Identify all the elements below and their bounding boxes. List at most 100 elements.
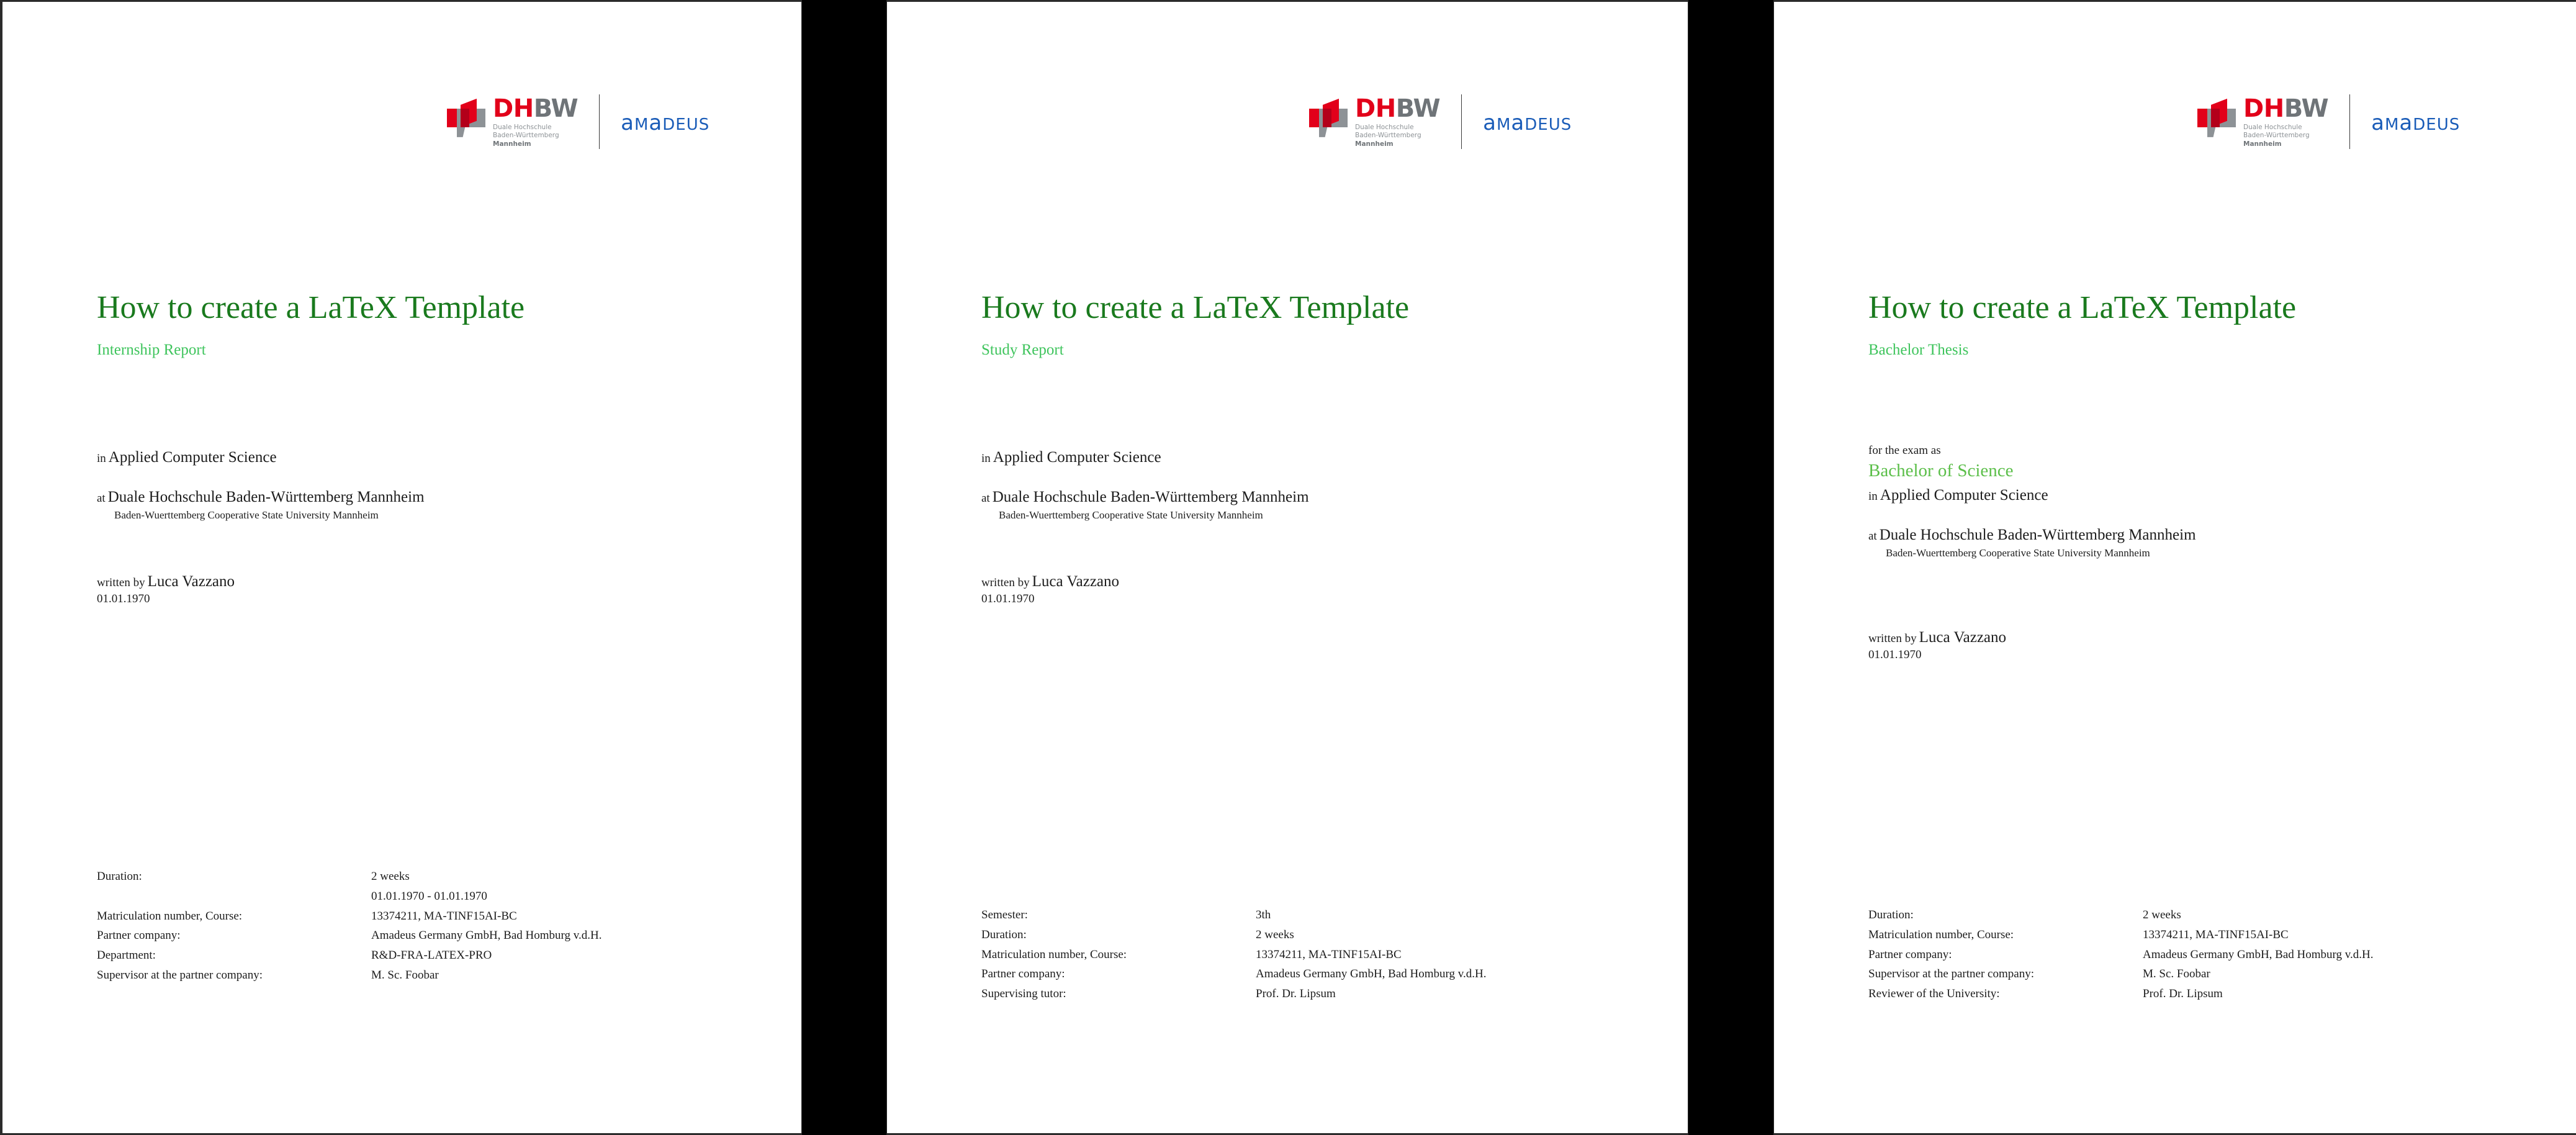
metadata-table: Duration: 2 weeks 01.01.1970 - 01.01.197… (97, 867, 602, 986)
logo-divider (1461, 94, 1462, 149)
degree-name: Bachelor of Science (1868, 461, 2014, 481)
dhbw-logo: DHBW Duale Hochschule Baden-Württemberg … (2197, 94, 2329, 148)
logo-lockup: DHBW Duale Hochschule Baden-Württemberg … (447, 91, 709, 153)
dhbw-flag-icon (1309, 98, 1348, 137)
meta-key: Matriculation number, Course: (1868, 928, 2014, 941)
dhbw-flag-icon (2197, 98, 2236, 137)
meta-key: Reviewer of the University: (1868, 987, 2000, 1001)
table-row: 01.01.1970 - 01.01.1970 (97, 887, 602, 907)
table-row: Reviewer of the University: Prof. Dr. Li… (1868, 985, 2374, 1005)
table-row: Supervisor at the partner company: M. Sc… (97, 966, 602, 986)
meta-key: Department: (97, 949, 156, 962)
table-row: Matriculation number, Course: 13374211, … (97, 907, 602, 927)
metadata-table: Semester: 3th Duration: 2 weeks Matricul… (981, 906, 1487, 1005)
author-block: written by Luca Vazzano 01.01.1970 (1868, 629, 2006, 662)
at-label: at (97, 492, 106, 505)
document-date: 01.01.1970 (97, 592, 150, 605)
university-line: at Duale Hochschule Baden-Württemberg Ma… (97, 489, 425, 522)
table-row: Duration: 2 weeks (981, 926, 1487, 946)
table-row: Supervising tutor: Prof. Dr. Lipsum (981, 985, 1487, 1005)
university-name-de: Duale Hochschule Baden-Württemberg Mannh… (992, 489, 1309, 505)
table-row: Semester: 3th (981, 906, 1487, 926)
document-page-2[interactable]: DHBW Duale Hochschule Baden-Württemberg … (886, 0, 1688, 1135)
meta-value: 13374211, MA-TINF15AI-BC (1256, 947, 1402, 961)
dhbw-city: Mannheim (1355, 140, 1394, 148)
dhbw-sub-line-2: Baden-Württemberg (1355, 131, 1421, 139)
logo-lockup: DHBW Duale Hochschule Baden-Württemberg … (2197, 91, 2460, 153)
in-label: in (97, 452, 106, 465)
field-of-study-line: in Applied Computer Science (97, 449, 425, 466)
dhbw-subtitle: Duale Hochschule Baden-Württemberg Mannh… (493, 124, 578, 148)
dhbw-bw-letters: BW (533, 94, 579, 123)
amadeus-wordmark: aMaDEUS (621, 111, 710, 135)
dhbw-logo: DHBW Duale Hochschule Baden-Württemberg … (1309, 94, 1441, 148)
field-of-study: Applied Computer Science (993, 449, 1161, 466)
amadeus-wordmark: aMaDEUS (1483, 111, 1572, 135)
author-line: written by Luca Vazzano (97, 573, 235, 590)
dhbw-flag-icon (447, 98, 485, 137)
page-subtitle: Internship Report (97, 341, 206, 359)
logo-lockup: DHBW Duale Hochschule Baden-Württemberg … (1309, 91, 1572, 153)
meta-key: Matriculation number, Course: (981, 947, 1127, 961)
title-block: How to create a LaTeX Template Bachelor … (1868, 290, 2296, 359)
document-page-3[interactable]: DHBW Duale Hochschule Baden-Württemberg … (1773, 0, 2576, 1135)
meta-value: Prof. Dr. Lipsum (2143, 987, 2223, 1001)
study-details-block: for the exam as Bachelor of Science in A… (1868, 444, 2196, 559)
dhbw-sub-line-2: Baden-Württemberg (2243, 131, 2310, 139)
meta-value: Prof. Dr. Lipsum (1256, 987, 1336, 1001)
document-date: 01.01.1970 (1868, 648, 1922, 661)
meta-value-extra: 01.01.1970 - 01.01.1970 (371, 889, 487, 903)
university-name-en: Baden-Wuerttemberg Cooperative State Uni… (999, 509, 1263, 521)
field-of-study-line: in Applied Computer Science (1868, 487, 2196, 504)
dhbw-bw-letters: BW (2284, 94, 2329, 123)
at-label: at (1868, 529, 1877, 543)
in-label: in (981, 452, 991, 465)
logo-divider (2349, 94, 2351, 149)
meta-key: Partner company: (97, 929, 181, 943)
field-of-study: Applied Computer Science (1880, 486, 2048, 504)
dhbw-bw-letters: BW (1395, 94, 1441, 123)
dhbw-dh-letters: DH (1355, 94, 1396, 123)
university-line: at Duale Hochschule Baden-Württemberg Ma… (981, 489, 1309, 522)
author-line: written by Luca Vazzano (1868, 629, 2006, 646)
meta-value: 2 weeks (1256, 928, 1294, 941)
meta-value: 2 weeks (2143, 908, 2181, 921)
page-subtitle: Study Report (981, 341, 1064, 359)
author-name: Luca Vazzano (1032, 573, 1120, 590)
meta-key: Supervisor at the partner company: (97, 968, 263, 982)
dhbw-sub-line-2: Baden-Württemberg (493, 131, 559, 139)
for-the-exam-as-label: for the exam as (1868, 444, 1941, 457)
meta-value: 2 weeks (371, 870, 410, 883)
meta-key: Duration: (1868, 908, 1914, 921)
title-block: How to create a LaTeX Template Study Rep… (981, 290, 1409, 359)
document-page-1[interactable]: DHBW Duale Hochschule Baden-Württemberg … (0, 0, 802, 1135)
page-subtitle: Bachelor Thesis (1868, 341, 1969, 359)
meta-value: 13374211, MA-TINF15AI-BC (2143, 928, 2289, 941)
in-label: in (1868, 489, 1878, 503)
dhbw-city: Mannheim (493, 140, 531, 148)
logo-divider (599, 94, 600, 149)
table-row: Partner company: Amadeus Germany GmbH, B… (981, 965, 1487, 985)
meta-value: Amadeus Germany GmbH, Bad Homburg v.d.H. (1256, 967, 1487, 981)
meta-key: Duration: (981, 928, 1027, 941)
author-name: Luca Vazzano (147, 573, 235, 590)
meta-key: Supervising tutor: (981, 987, 1066, 1001)
university-name-de: Duale Hochschule Baden-Württemberg Mannh… (107, 489, 425, 505)
dhbw-logo: DHBW Duale Hochschule Baden-Württemberg … (447, 94, 579, 148)
table-row: Partner company: Amadeus Germany GmbH, B… (97, 926, 602, 946)
dhbw-wordmark: DHBW Duale Hochschule Baden-Württemberg … (493, 94, 579, 148)
university-line: at Duale Hochschule Baden-Württemberg Ma… (1868, 527, 2196, 559)
meta-key: Partner company: (981, 967, 1065, 981)
meta-key: Semester: (981, 908, 1028, 921)
table-row: Duration: 2 weeks (1868, 906, 2374, 926)
dhbw-dh-letters: DH (2243, 94, 2284, 123)
university-name-en: Baden-Wuerttemberg Cooperative State Uni… (1886, 546, 2150, 559)
meta-value: 13374211, MA-TINF15AI-BC (371, 909, 517, 923)
meta-value: Amadeus Germany GmbH, Bad Homburg v.d.H. (371, 929, 602, 943)
dhbw-wordmark: DHBW Duale Hochschule Baden-Württemberg … (2243, 94, 2329, 148)
meta-key: Supervisor at the partner company: (1868, 967, 2034, 981)
dhbw-subtitle: Duale Hochschule Baden-Württemberg Mannh… (1355, 124, 1440, 148)
amadeus-wordmark: aMaDEUS (2371, 111, 2461, 135)
metadata-table: Duration: 2 weeks Matriculation number, … (1868, 906, 2374, 1005)
meta-key: Duration: (97, 870, 142, 883)
